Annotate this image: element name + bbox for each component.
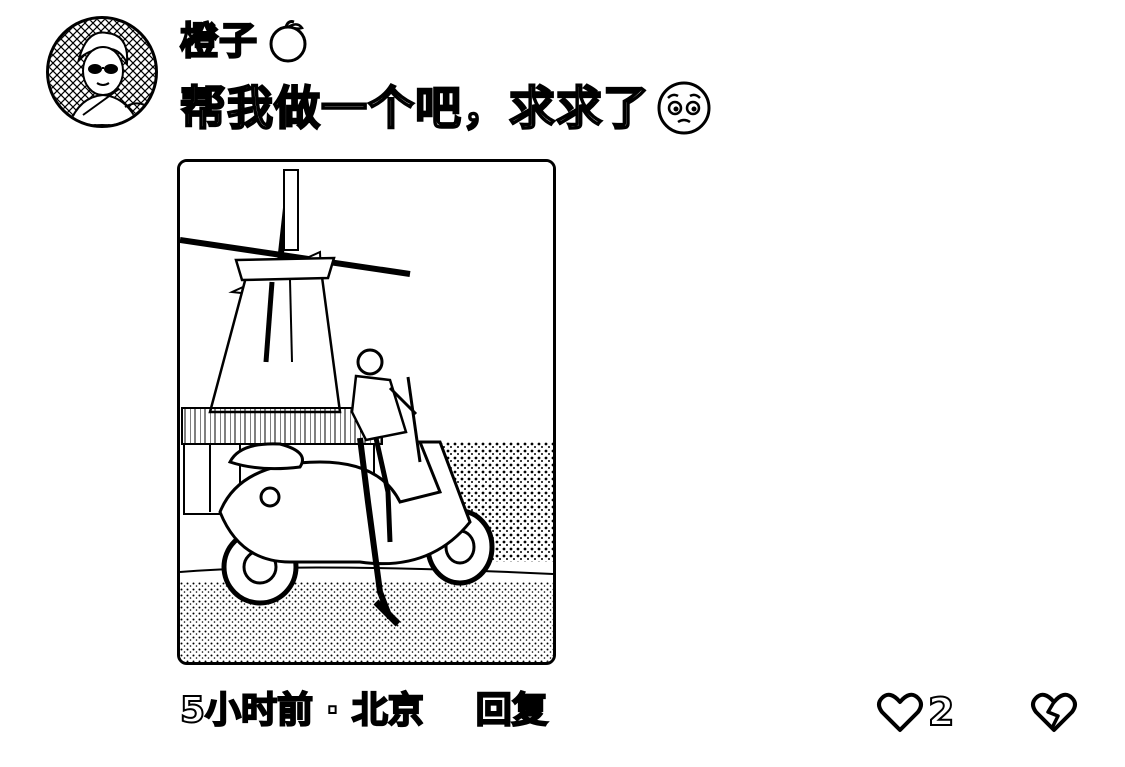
dislike-button[interactable] <box>1028 690 1080 734</box>
pleading-face-emoji-icon <box>656 80 712 136</box>
username[interactable]: 橙子 <box>179 21 258 61</box>
timestamp-location: 5小时前 · 北京 <box>179 690 425 731</box>
comment-photo[interactable] <box>177 159 556 665</box>
username-row: 橙子 <box>179 18 312 64</box>
heart-outline-icon <box>876 690 924 734</box>
orange-icon <box>264 18 312 64</box>
like-button[interactable]: 2 <box>876 690 955 734</box>
comment-item: 橙子 帮我做一个吧，求求了 5小时前 · 北京 回复 2 <box>0 0 1125 767</box>
comment-text: 帮我做一个吧，求求了 <box>179 81 650 135</box>
broken-heart-icon <box>1028 690 1080 734</box>
like-count: 2 <box>927 690 955 734</box>
comment-content: 帮我做一个吧，求求了 <box>179 78 712 138</box>
reply-button[interactable]: 回复 <box>475 692 549 730</box>
avatar[interactable] <box>46 16 158 128</box>
comment-meta: 5小时前 · 北京 回复 <box>179 688 549 734</box>
